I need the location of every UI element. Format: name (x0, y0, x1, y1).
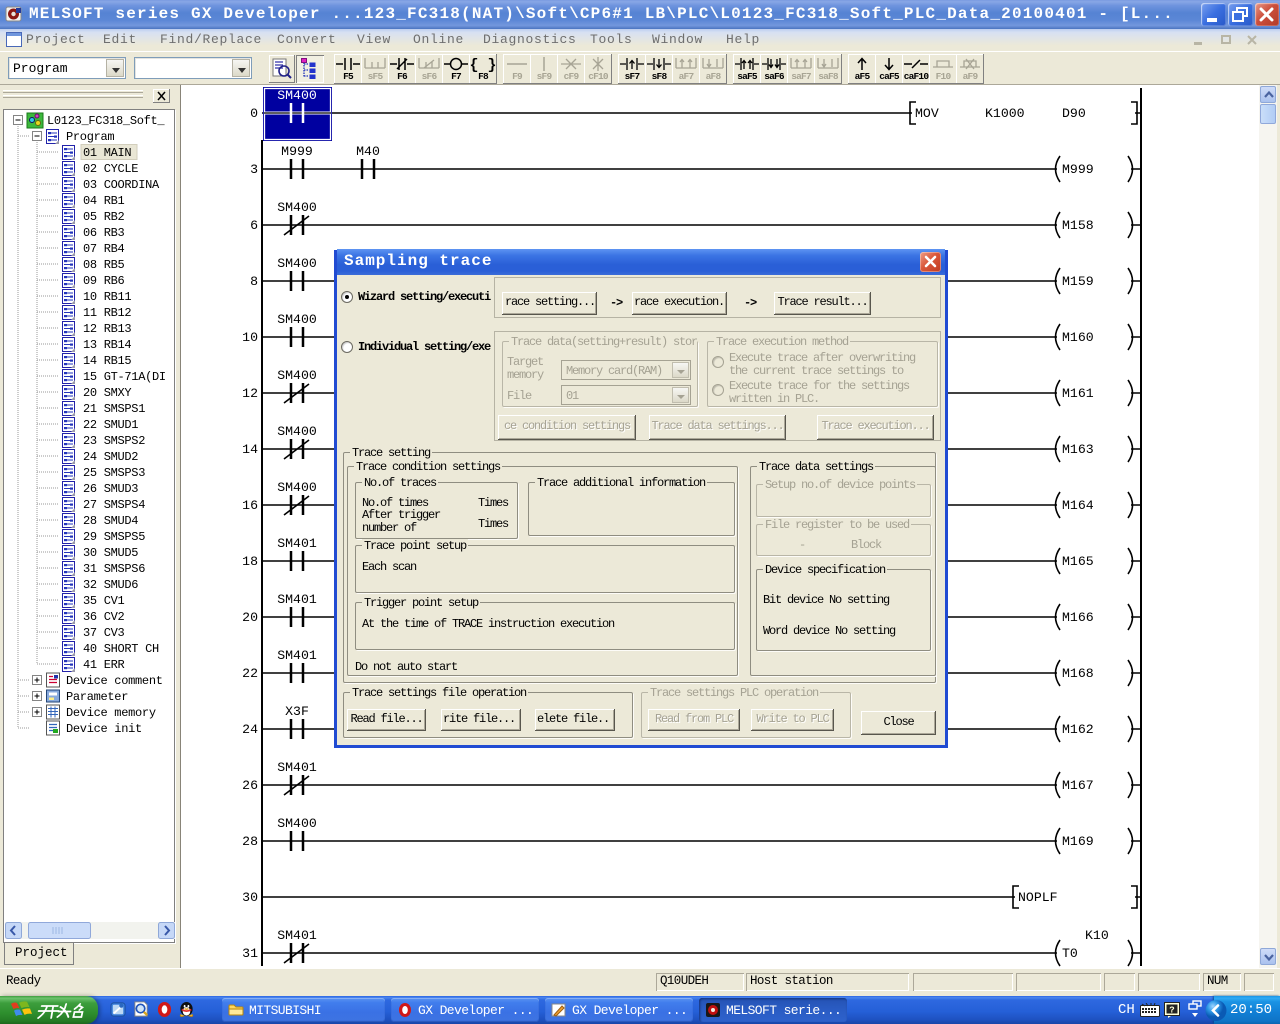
svg-text:40 SHORT CH: 40 SHORT CH (83, 642, 159, 656)
svg-text:09 RB6: 09 RB6 (83, 274, 125, 288)
svg-text:X3F: X3F (285, 704, 309, 719)
svg-text:37 CV3: 37 CV3 (83, 626, 125, 640)
svg-text:15 GT-71A(DI: 15 GT-71A(DI (83, 370, 166, 384)
svg-text:28: 28 (242, 834, 258, 849)
svg-text:20 SMXY: 20 SMXY (83, 386, 131, 400)
svg-text:Device comment: Device comment (66, 674, 163, 688)
svg-text:03 COORDINA: 03 COORDINA (83, 178, 160, 192)
svg-text:29 SMSPS5: 29 SMSPS5 (83, 530, 145, 544)
svg-text:SM400: SM400 (277, 480, 317, 495)
svg-text:24: 24 (242, 722, 258, 737)
svg-text:Parameter: Parameter (66, 690, 128, 704)
svg-text:SM401: SM401 (277, 648, 317, 663)
svg-text:32 SMUD6: 32 SMUD6 (83, 578, 138, 592)
svg-text:16: 16 (242, 498, 258, 513)
svg-text:18: 18 (242, 554, 258, 569)
svg-text:27 SMSPS4: 27 SMSPS4 (83, 498, 145, 512)
svg-text:M167: M167 (1062, 778, 1094, 793)
svg-text:M40: M40 (356, 144, 380, 159)
svg-text:04 RB1: 04 RB1 (83, 194, 125, 208)
svg-text:26: 26 (242, 778, 258, 793)
svg-text:MOV: MOV (915, 106, 939, 121)
svg-text:30 SMUD5: 30 SMUD5 (83, 546, 138, 560)
svg-text:M166: M166 (1062, 610, 1094, 625)
svg-text:6: 6 (250, 218, 258, 233)
svg-text:06 RB3: 06 RB3 (83, 226, 125, 240)
svg-text:0: 0 (250, 106, 258, 121)
svg-text:01 MAIN: 01 MAIN (83, 146, 131, 160)
svg-text:M164: M164 (1062, 498, 1094, 513)
svg-text:Device memory: Device memory (66, 706, 156, 720)
svg-text:25 SMSPS3: 25 SMSPS3 (83, 466, 145, 480)
svg-text:11 RB12: 11 RB12 (83, 306, 131, 320)
svg-text:31 SMSPS6: 31 SMSPS6 (83, 562, 145, 576)
svg-text:M999: M999 (1062, 162, 1094, 177)
svg-text:M168: M168 (1062, 666, 1094, 681)
svg-text:M162: M162 (1062, 722, 1094, 737)
svg-text:36 CV2: 36 CV2 (83, 610, 125, 624)
svg-text:23 SMSPS2: 23 SMSPS2 (83, 434, 145, 448)
svg-text:SM400: SM400 (277, 200, 317, 215)
svg-text:14: 14 (242, 442, 258, 457)
svg-text:8: 8 (250, 274, 258, 289)
svg-text:SM401: SM401 (277, 592, 317, 607)
svg-text:13 RB14: 13 RB14 (83, 338, 131, 352)
svg-text:SM401: SM401 (277, 536, 317, 551)
svg-text:12: 12 (242, 386, 258, 401)
svg-text:31: 31 (242, 946, 258, 961)
svg-text:?: ? (1169, 1006, 1174, 1016)
svg-text:08 RB5: 08 RB5 (83, 258, 125, 272)
svg-text:Device init: Device init (66, 722, 142, 736)
svg-text:M159: M159 (1062, 274, 1094, 289)
svg-text:M999: M999 (281, 144, 313, 159)
svg-text:SM400: SM400 (277, 256, 317, 271)
svg-text:L0123_FC318_Soft_: L0123_FC318_Soft_ (47, 114, 165, 128)
svg-text:M169: M169 (1062, 834, 1094, 849)
svg-text:M163: M163 (1062, 442, 1094, 457)
svg-text:K1000: K1000 (985, 106, 1025, 121)
svg-text:24 SMUD2: 24 SMUD2 (83, 450, 138, 464)
svg-text:M161: M161 (1062, 386, 1094, 401)
svg-text:14 RB15: 14 RB15 (83, 354, 131, 368)
svg-text:02 CYCLE: 02 CYCLE (83, 162, 138, 176)
svg-text:SM400: SM400 (277, 424, 317, 439)
svg-text:20: 20 (242, 610, 258, 625)
svg-text:M158: M158 (1062, 218, 1094, 233)
svg-text:41 ERR: 41 ERR (83, 658, 125, 672)
svg-text:Program: Program (66, 130, 114, 144)
svg-text:28 SMUD4: 28 SMUD4 (83, 514, 138, 528)
svg-text:12 RB13: 12 RB13 (83, 322, 131, 336)
svg-text:22: 22 (242, 666, 258, 681)
svg-text:NOPLF: NOPLF (1018, 890, 1058, 905)
svg-text:35 CV1: 35 CV1 (83, 594, 125, 608)
svg-text:SM400: SM400 (277, 88, 317, 103)
svg-text:SM401: SM401 (277, 760, 317, 775)
svg-text:30: 30 (242, 890, 258, 905)
svg-text:10: 10 (242, 330, 258, 345)
svg-text:SM400: SM400 (277, 368, 317, 383)
svg-text:SM401: SM401 (277, 928, 317, 943)
svg-text:07 RB4: 07 RB4 (83, 242, 125, 256)
svg-text:M165: M165 (1062, 554, 1094, 569)
svg-text:SM400: SM400 (277, 816, 317, 831)
svg-text:05 RB2: 05 RB2 (83, 210, 125, 224)
svg-text:3: 3 (250, 162, 258, 177)
svg-text:22 SMUD1: 22 SMUD1 (83, 418, 138, 432)
svg-text:SM400: SM400 (277, 312, 317, 327)
svg-text:D90: D90 (1062, 106, 1086, 121)
svg-text:10 RB11: 10 RB11 (83, 290, 131, 304)
svg-text:21 SMSPS1: 21 SMSPS1 (83, 402, 145, 416)
svg-text:T0: T0 (1062, 946, 1078, 961)
svg-text:26 SMUD3: 26 SMUD3 (83, 482, 138, 496)
svg-text:M160: M160 (1062, 330, 1094, 345)
svg-text:K10: K10 (1085, 928, 1109, 943)
